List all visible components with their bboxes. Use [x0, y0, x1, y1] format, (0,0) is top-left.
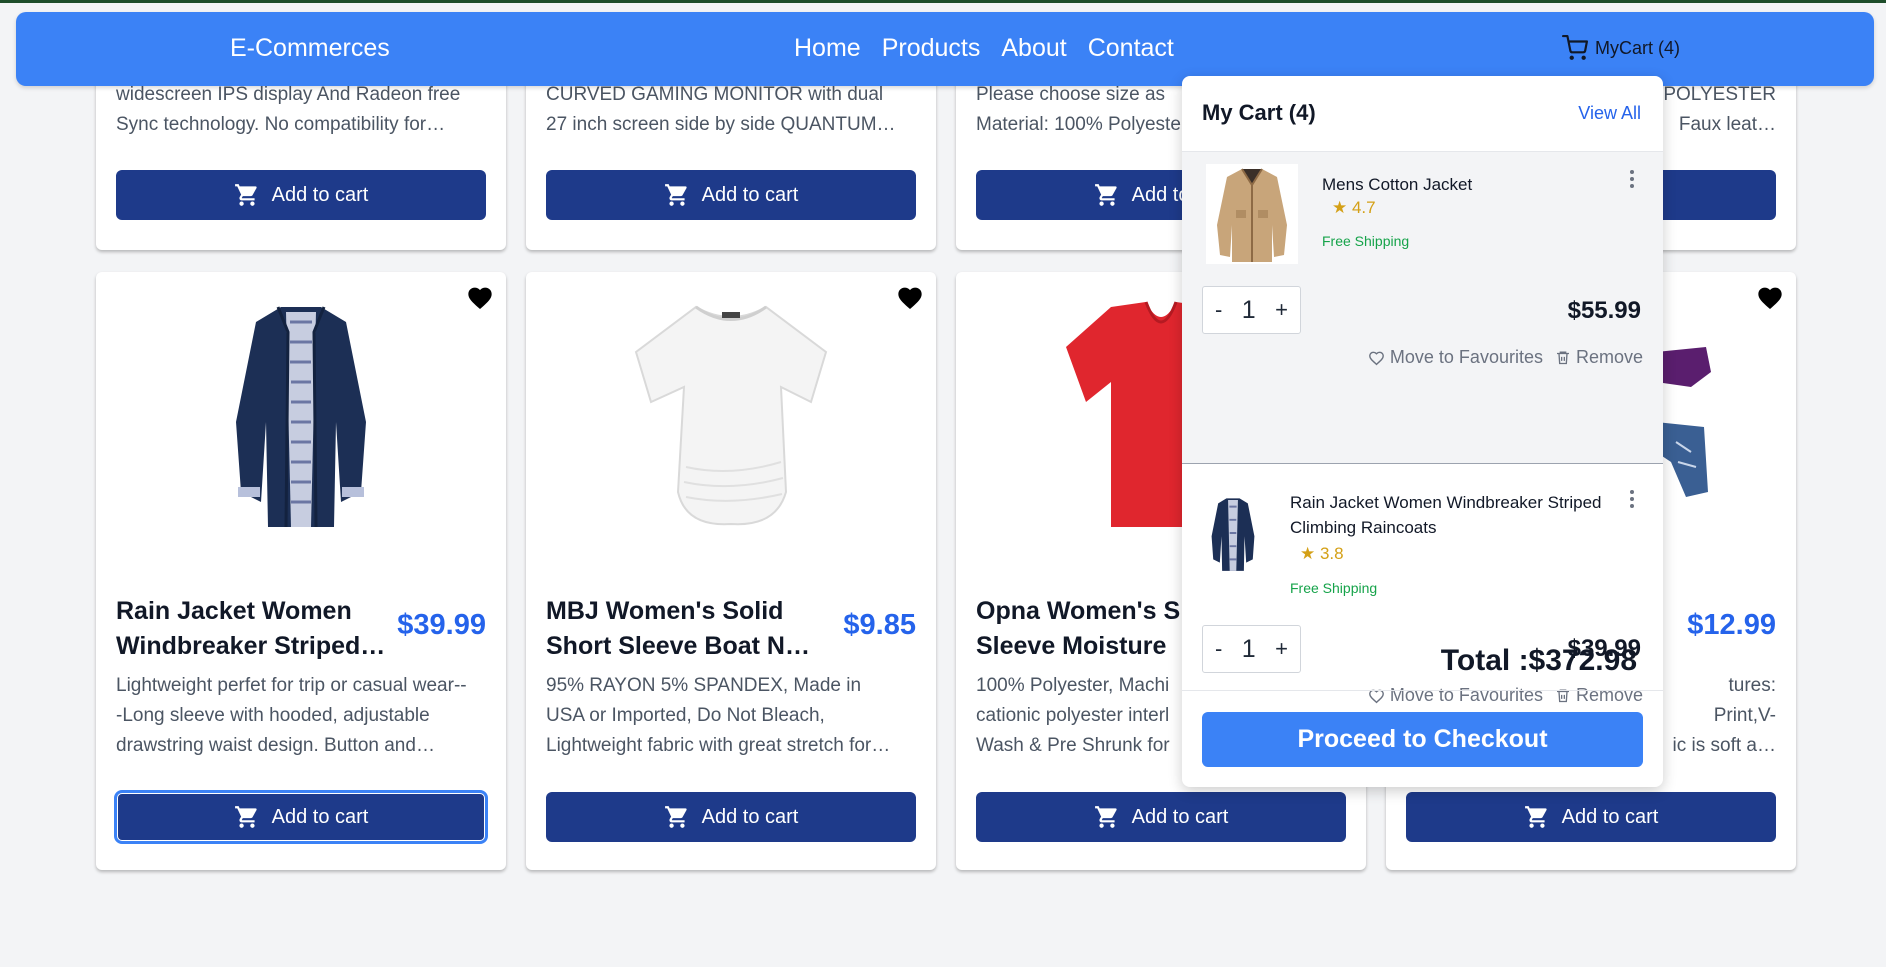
remove-button[interactable]: Remove — [1555, 347, 1643, 368]
mycart-button[interactable]: MyCart (4) — [1561, 35, 1680, 61]
nav-contact[interactable]: Contact — [1088, 34, 1174, 63]
add-to-cart-button[interactable]: Add to cart — [546, 170, 916, 220]
kebab-icon[interactable] — [1629, 490, 1635, 511]
quantity-stepper: - 1 + — [1202, 286, 1301, 334]
product-description: Lightweight perfet for trip or casual we… — [116, 675, 467, 756]
divider — [1182, 690, 1663, 691]
qty-decrement-button[interactable]: - — [1203, 297, 1234, 323]
navbar: E-Commerces Home Products About Contact … — [16, 12, 1874, 86]
cart-item-image[interactable] — [1202, 488, 1264, 578]
nav-about[interactable]: About — [1001, 34, 1066, 63]
view-all-link[interactable]: View All — [1578, 103, 1641, 124]
cart-icon — [664, 184, 687, 206]
product-card: Rain Jacket Women Windbreaker Striped… $3… — [96, 272, 506, 870]
product-description: widescreen IPS display And Radeon free Sy… — [116, 84, 461, 135]
add-to-cart-label: Add to cart — [271, 805, 369, 828]
cart-item-actions: Move to Favourites Remove — [1356, 685, 1643, 706]
nav-links: Home Products About Contact — [794, 34, 1195, 63]
add-to-cart-label: Add to cart — [701, 183, 799, 206]
move-to-favourites-button[interactable]: Move to Favourites — [1368, 347, 1543, 368]
brand-logo[interactable]: E-Commerces — [230, 34, 390, 63]
add-to-cart-label: Add to cart — [271, 183, 369, 206]
add-to-cart-button[interactable]: Add to cart — [546, 792, 916, 842]
add-to-cart-button[interactable]: Add to cart — [1406, 792, 1776, 842]
remove-button[interactable]: Remove — [1555, 685, 1643, 706]
cart-icon — [234, 806, 257, 828]
product-description: CURVED GAMING MONITOR with dual 27 inch s… — [546, 84, 896, 135]
product-image[interactable] — [96, 292, 506, 532]
proceed-to-checkout-button[interactable]: Proceed to Checkout — [1202, 712, 1643, 767]
nav-products[interactable]: Products — [882, 34, 981, 63]
top-border-line — [0, 0, 1886, 3]
cart-item-rating: ★ 3.8 — [1300, 544, 1344, 563]
cart-icon — [1094, 806, 1117, 828]
cart-item: Mens Cotton Jacket ★ 4.7 Free Shipping -… — [1182, 152, 1663, 464]
cart-item-name[interactable]: Rain Jacket Women Windbreaker Striped Cl… — [1290, 490, 1620, 540]
product-price: $9.85 — [843, 609, 916, 641]
cart-title: My Cart (4) — [1202, 100, 1316, 125]
product-description: 95% RAYON 5% SPANDEX, Made in USA or Impo… — [546, 675, 891, 756]
add-to-cart-button[interactable]: Add to cart — [976, 792, 1346, 842]
qty-value[interactable]: 1 — [1242, 296, 1256, 325]
add-to-cart-label: Add to cart — [701, 805, 799, 828]
product-title[interactable]: Rain Jacket Women Windbreaker Striped… — [116, 594, 386, 664]
qty-increment-button[interactable]: + — [1263, 636, 1300, 662]
cart-dropdown: My Cart (4) View All Mens Cotton Jacket … — [1182, 76, 1663, 787]
product-image[interactable] — [526, 292, 936, 532]
qty-increment-button[interactable]: + — [1263, 297, 1300, 323]
product-price: $39.99 — [397, 609, 486, 641]
add-to-cart-button[interactable]: Add to cart — [116, 170, 486, 220]
cart-icon — [1094, 184, 1117, 206]
heart-outline-icon — [1368, 351, 1384, 365]
kebab-icon[interactable] — [1629, 170, 1635, 191]
add-to-cart-button[interactable]: Add to cart — [114, 790, 488, 844]
add-to-cart-label: Add to cart — [1131, 805, 1229, 828]
cart-icon — [1562, 35, 1588, 60]
cart-icon — [664, 806, 687, 828]
cart-item-actions: Move to Favourites Remove — [1356, 347, 1643, 368]
quantity-stepper: - 1 + — [1202, 625, 1301, 673]
cart-item-rating: ★ 4.7 — [1332, 198, 1376, 217]
trash-icon — [1556, 351, 1569, 365]
cart-item-shipping: Free Shipping — [1290, 580, 1378, 596]
cart-header: My Cart (4) View All — [1182, 76, 1663, 152]
product-card: MBJ Women's Solid Short Sleeve Boat Nec… … — [526, 272, 936, 870]
cart-icon — [1524, 806, 1547, 828]
product-title[interactable]: MBJ Women's Solid Short Sleeve Boat Nec… — [546, 594, 816, 664]
cart-item-name[interactable]: Mens Cotton Jacket — [1322, 172, 1472, 197]
mycart-label: MyCart (4) — [1595, 37, 1680, 58]
cart-item-shipping: Free Shipping — [1322, 233, 1410, 249]
qty-value[interactable]: 1 — [1242, 635, 1256, 664]
cart-item-image[interactable] — [1206, 164, 1298, 264]
add-to-cart-label: Add to cart — [1561, 805, 1659, 828]
move-to-favourites-button[interactable]: Move to Favourites — [1368, 685, 1543, 706]
product-price: $12.99 — [1687, 609, 1776, 641]
cart-total: Total :$372.98 — [1440, 644, 1637, 677]
cart-item-price: $55.99 — [1567, 297, 1641, 324]
cart-icon — [234, 184, 257, 206]
nav-home[interactable]: Home — [794, 34, 861, 63]
qty-decrement-button[interactable]: - — [1203, 636, 1234, 662]
